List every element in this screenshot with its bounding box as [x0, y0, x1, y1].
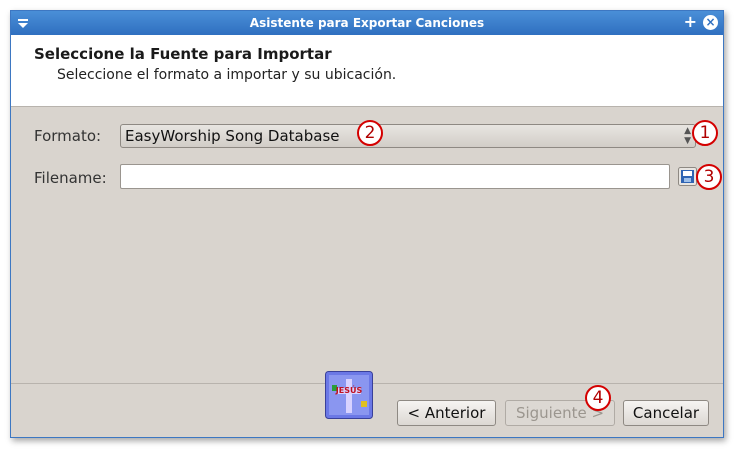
- page-subtitle: Seleccione el formato a importar y su ub…: [57, 67, 397, 83]
- maximize-icon[interactable]: +: [684, 14, 697, 30]
- window-title: Asistente para Exportar Canciones: [249, 16, 485, 30]
- wizard-window: Asistente para Exportar Canciones + × Se…: [10, 10, 724, 438]
- title-bar[interactable]: Asistente para Exportar Canciones + ×: [11, 11, 723, 35]
- browse-file-icon[interactable]: [678, 167, 697, 186]
- filename-label: Filename:: [34, 169, 107, 187]
- format-label: Formato:: [34, 127, 102, 145]
- page-title: Seleccione la Fuente para Importar: [34, 45, 332, 63]
- cancel-button[interactable]: Cancelar: [623, 400, 709, 426]
- callout-marker-1: 1: [692, 120, 718, 146]
- callout-marker-4: 4: [585, 385, 611, 411]
- logo-text: JESÚS: [335, 384, 363, 395]
- openlp-logo: JESÚS: [325, 371, 373, 419]
- callout-marker-2: 2: [357, 120, 383, 146]
- updown-arrows-icon: ▲ ▼: [684, 126, 691, 146]
- format-select[interactable]: EasyWorship Song Database ▲ ▼: [120, 124, 696, 148]
- back-button[interactable]: < Anterior: [397, 400, 496, 426]
- close-icon[interactable]: ×: [703, 15, 718, 30]
- format-select-value: EasyWorship Song Database: [125, 127, 340, 145]
- callout-marker-3: 3: [696, 164, 722, 190]
- wizard-header: Seleccione la Fuente para Importar Selec…: [11, 35, 723, 107]
- filename-input[interactable]: [120, 164, 670, 189]
